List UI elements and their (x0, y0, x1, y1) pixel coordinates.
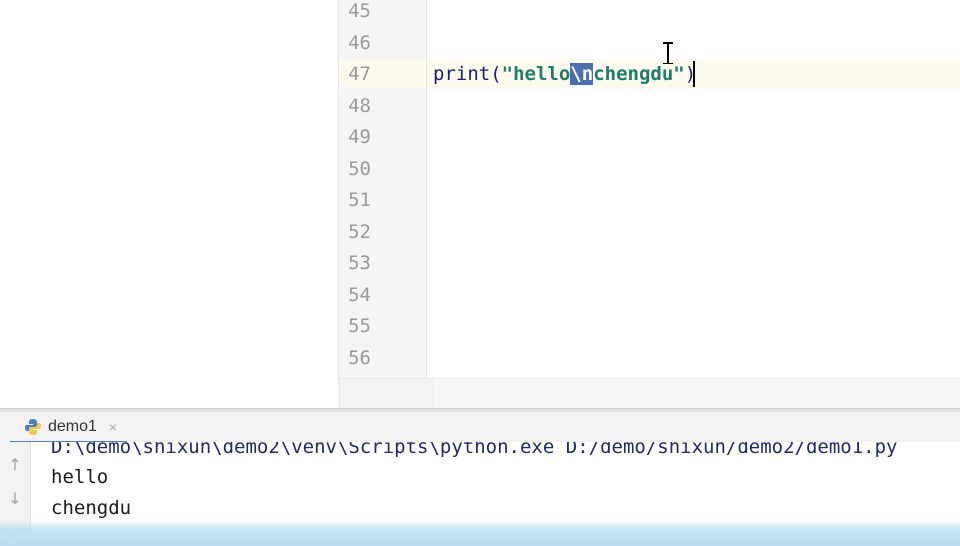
line-number: 50 (348, 158, 371, 180)
ide-window: 45 46 47 48 49 50 51 52 53 54 55 56 prin… (0, 0, 960, 546)
line-number: 55 (348, 315, 371, 337)
code-open-paren: ( (490, 63, 502, 85)
decorative-wave-band (0, 520, 960, 546)
line-number: 45 (348, 0, 371, 22)
code-text-area[interactable]: print("hello\nchengdu") (427, 0, 960, 378)
line-number: 56 (348, 347, 371, 369)
line-number: 46 (348, 32, 371, 54)
editor-bottom-strip (339, 378, 960, 409)
code-string-end: chengdu" (593, 63, 685, 85)
code-line-47[interactable]: print("hello\nchengdu") (433, 61, 696, 87)
python-icon (25, 418, 41, 435)
code-function-name: print (433, 63, 491, 85)
code-editor[interactable]: 45 46 47 48 49 50 51 52 53 54 55 56 prin… (339, 0, 960, 378)
close-icon[interactable]: × (109, 419, 117, 435)
line-number: 48 (348, 95, 371, 117)
line-number-gutter[interactable]: 45 46 47 48 49 50 51 52 53 54 55 56 (339, 0, 427, 378)
line-number: 51 (348, 189, 371, 211)
scroll-down-icon[interactable]: ↓ (5, 488, 25, 510)
run-tab-label: demo1 (48, 417, 97, 435)
text-caret (693, 61, 695, 87)
code-string-start: "hello (501, 63, 571, 85)
console-output-line: chengdu (51, 497, 132, 519)
line-number: 52 (348, 221, 371, 243)
ibeam-cursor-icon (663, 42, 673, 64)
line-number: 54 (348, 284, 371, 306)
code-escape-selection: \n (570, 63, 594, 85)
gutter-bottom-strip (339, 379, 434, 409)
console-command-line: D:\demo\shixun\demo2\venv\Scripts\python… (51, 442, 898, 458)
run-tab-bar: demo1 × (0, 412, 960, 444)
run-tab-demo1[interactable]: demo1 × (10, 412, 128, 444)
line-number: 47 (348, 63, 371, 85)
scroll-up-icon[interactable]: ↑ (5, 454, 25, 476)
console-output-line: hello (51, 466, 109, 488)
project-panel[interactable] (0, 0, 339, 408)
line-number: 49 (348, 126, 371, 148)
line-number: 53 (348, 252, 371, 274)
